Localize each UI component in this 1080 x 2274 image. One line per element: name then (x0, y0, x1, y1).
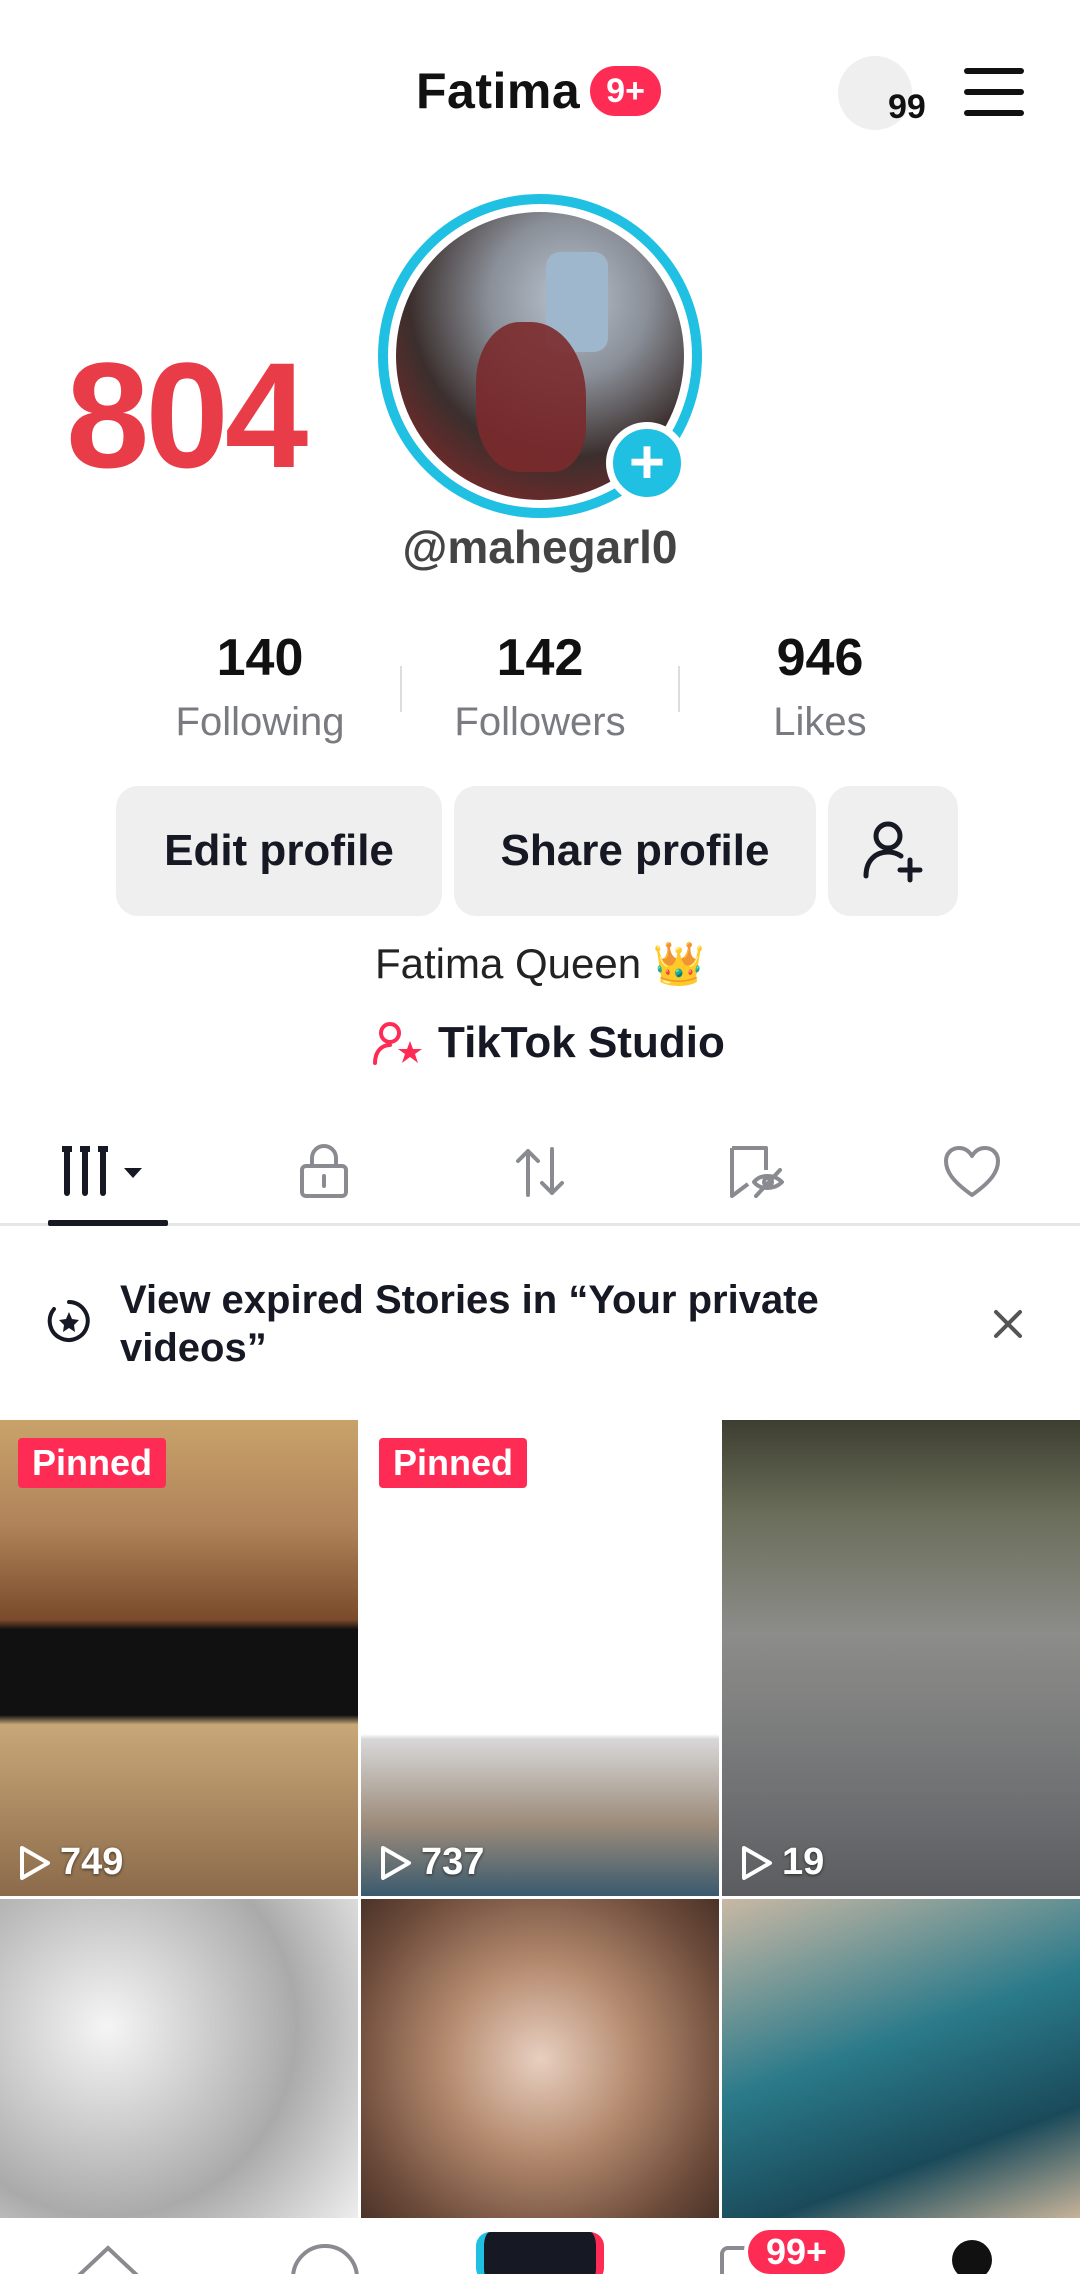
tab-liked[interactable] (864, 1120, 1080, 1223)
stat-followers[interactable]: 142 Followers (400, 628, 680, 758)
stat-following[interactable]: 140 Following (120, 628, 400, 758)
username: @mahegarl0 (402, 521, 678, 573)
video-thumbnail[interactable]: Pinned 737 (361, 1420, 719, 1896)
view-count-value: 19 (782, 1841, 825, 1883)
story-icon (47, 1300, 90, 1342)
play-icon (381, 1845, 411, 1880)
tab-videos[interactable] (0, 1120, 216, 1226)
repost-icon (516, 1146, 564, 1197)
home-icon[interactable] (68, 2240, 148, 2274)
video-thumbnail[interactable] (722, 1899, 1080, 2219)
add-user-icon (863, 821, 923, 883)
view-count: 19 (740, 1841, 824, 1884)
add-friend-button[interactable] (828, 786, 958, 916)
play-icon (20, 1845, 50, 1880)
stat-label: Followers (454, 700, 626, 744)
play-icon (742, 1845, 772, 1880)
pinned-badge: Pinned (18, 1438, 167, 1488)
divider (400, 666, 402, 712)
tab-private[interactable] (216, 1120, 432, 1223)
bio-name: Fatima Queen 👑 (374, 940, 706, 987)
overlay-count: 804 (66, 331, 308, 499)
divider (678, 666, 680, 712)
hidden-tag-icon (730, 1145, 784, 1198)
add-story-button[interactable]: + (606, 422, 688, 504)
expired-stories-notice[interactable]: View expired Stories in “Your private vi… (0, 1228, 1080, 1420)
tab-favorites[interactable] (648, 1120, 864, 1223)
view-count: 737 (379, 1841, 484, 1884)
inbox-badge: 99+ (744, 2226, 850, 2274)
profile-icon[interactable] (952, 2240, 992, 2274)
pinned-badge: Pinned (379, 1438, 528, 1488)
close-icon[interactable] (988, 1304, 1028, 1344)
profile-stats: 140 Following 142 Followers 946 Likes (120, 628, 960, 758)
tiktok-studio-link[interactable]: TikTok Studio (372, 1018, 725, 1068)
account-switcher[interactable]: Fatima 9+ (416, 62, 661, 120)
view-count: 749 (18, 1841, 123, 1884)
video-grid: Pinned 749 Pinned 737 19 (0, 1420, 1080, 2219)
tab-reposts[interactable] (432, 1120, 648, 1223)
stat-likes[interactable]: 946 Likes (680, 628, 960, 758)
discover-icon[interactable] (288, 2240, 362, 2274)
video-thumbnail[interactable]: Pinned 749 (0, 1420, 358, 1896)
share-profile-button[interactable]: Share profile (454, 786, 816, 916)
friends-count: 99 (888, 88, 926, 126)
video-thumbnail[interactable] (0, 1899, 358, 2219)
stat-value: 946 (776, 629, 864, 687)
content-tabs (0, 1120, 1080, 1226)
video-thumbnail[interactable]: 19 (722, 1420, 1080, 1896)
stat-value: 142 (496, 629, 584, 687)
stat-label: Following (175, 700, 345, 744)
account-title: Fatima (416, 63, 581, 119)
create-button[interactable] (476, 2232, 604, 2274)
video-thumbnail[interactable] (361, 1899, 719, 2219)
edit-profile-button[interactable]: Edit profile (116, 786, 442, 916)
stat-value: 140 (216, 629, 304, 687)
notification-badge: 9+ (590, 66, 661, 116)
view-count-value: 749 (60, 1841, 124, 1883)
bottom-nav (0, 2218, 1080, 2274)
grid-icon (62, 1145, 142, 1196)
top-bar: Fatima 9+ 99 (0, 0, 1080, 190)
stat-label: Likes (773, 700, 867, 744)
studio-icon (373, 1022, 422, 1065)
menu-icon[interactable] (964, 68, 1024, 116)
heart-icon (944, 1145, 1000, 1197)
notice-text: View expired Stories in “Your private vi… (120, 1278, 819, 1370)
lock-icon (300, 1143, 348, 1198)
profile-actions: Edit profile Share profile (116, 786, 958, 916)
studio-label: TikTok Studio (438, 1018, 725, 1067)
view-count-value: 737 (421, 1841, 485, 1883)
